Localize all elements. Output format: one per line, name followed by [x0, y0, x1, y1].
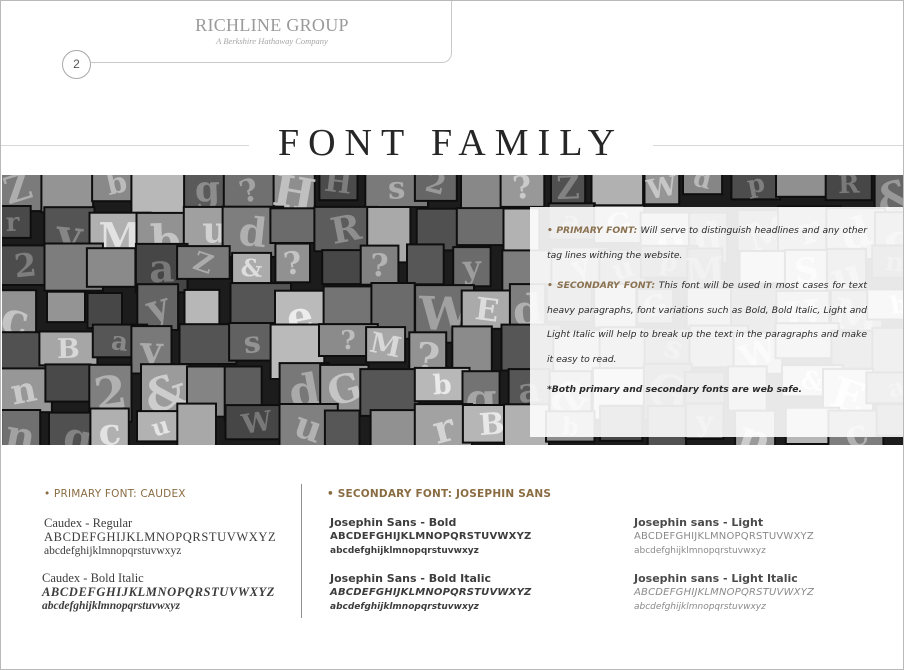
specimen-uppercase: ABCDEFGHIJKLMNOPQRSTUVWXYZ	[330, 531, 532, 542]
page-title: FONT FAMILY	[249, 118, 653, 168]
type-glyph: ?	[340, 326, 357, 357]
caudex-bold-italic-specimen: Caudex - Bold Italic ABCDEFGHIJKLMNOPQRS…	[42, 571, 275, 613]
specimen-uppercase: ABCDEFGHIJKLMNOPQRSTUVWXYZ	[42, 585, 275, 599]
specimen-uppercase: ABCDEFGHIJKLMNOPQRSTUVWXYZ	[634, 587, 815, 598]
column-divider	[301, 484, 302, 618]
josephin-bold-italic-specimen: Josephin Sans - Bold Italic ABCDEFGHIJKL…	[330, 572, 531, 614]
page-number-badge: 2	[62, 50, 91, 79]
type-glyph: 2	[12, 245, 38, 285]
secondary-font-description: This font will be used in most cases for…	[547, 280, 867, 365]
josephin-bold-specimen: Josephin Sans - Bold ABCDEFGHIJKLMNOPQRS…	[330, 516, 531, 558]
specimen-lowercase: abcdefghijklmnopqrstuvwxyz	[44, 545, 182, 557]
type-glyph: R	[838, 175, 861, 200]
type-glyph: r	[5, 208, 20, 238]
brand-logo: RICHLINE GROUP A Berkshire Hathaway Comp…	[177, 15, 367, 47]
type-glyph: y	[461, 249, 482, 286]
josephin-light-specimen: Josephin sans - Light ABCDEFGHIJKLMNOPQR…	[634, 516, 814, 558]
primary-font-heading: • PRIMARY FONT: CAUDEX	[44, 488, 186, 500]
secondary-font-heading: • SECONDARY FONT: JOSEPHIN SANS	[327, 488, 552, 500]
type-block	[178, 323, 238, 365]
specimen-lowercase: abcdefghijklmnopqrstuvwxyz	[330, 546, 479, 556]
brand-subtitle: A Berkshire Hathaway Company	[216, 36, 328, 46]
type-glyph: g	[194, 175, 221, 211]
specimen-uppercase: ABCDEFGHIJKLMNOPQRSTUVWXYZ	[330, 587, 532, 598]
caudex-regular-specimen: Caudex - Regular ABCDEFGHIJKLMNOPQRSTUVW…	[44, 516, 276, 558]
specimen-name: Josephin Sans - Bold	[330, 516, 457, 529]
type-block	[85, 247, 137, 288]
specimen-uppercase: ABCDEFGHIJKLMNOPQRSTUVWXYZ	[634, 531, 814, 542]
type-block	[46, 290, 86, 324]
type-block	[176, 402, 218, 445]
specimen-name: Josephin sans - Light	[634, 516, 764, 529]
type-glyph: d	[236, 208, 269, 258]
primary-font-lead: • PRIMARY FONT:	[547, 225, 638, 236]
font-description-text: • PRIMARY FONT: Will serve to distinguis…	[547, 219, 867, 409]
type-glyph: &	[240, 253, 263, 283]
secondary-font-lead: • SECONDARY FONT:	[547, 280, 655, 291]
type-block	[323, 409, 361, 445]
specimen-lowercase: abcdefghijklmnopqrstuvwxyz	[42, 600, 181, 612]
type-glyph: ?	[370, 248, 389, 284]
type-glyph: b	[432, 369, 452, 401]
type-glyph: c	[96, 409, 122, 445]
type-glyph: H	[323, 175, 354, 201]
type-block	[455, 207, 507, 247]
type-glyph: s	[387, 175, 406, 207]
type-block	[359, 368, 421, 417]
type-block	[322, 285, 379, 326]
type-block	[86, 292, 123, 330]
web-safe-note: *Both primary and secondary fonts are we…	[547, 384, 802, 395]
specimen-lowercase: abcdefghijklmnopqrstuvwxyz	[330, 602, 479, 612]
specimen-lowercase: abcdefghijklmnopqrstuvwxyz	[634, 602, 766, 612]
type-block	[44, 363, 92, 403]
type-block	[369, 409, 422, 445]
type-glyph: B	[478, 406, 506, 443]
specimen-name: Caudex - Bold Italic	[42, 571, 144, 585]
type-glyph: B	[57, 334, 80, 365]
specimen-name: Josephin Sans - Bold Italic	[330, 572, 491, 585]
specimen-uppercase: ABCDEFGHIJKLMNOPQRSTUVWXYZ	[44, 530, 277, 544]
josephin-light-italic-specimen: Josephin sans - Light Italic ABCDEFGHIJK…	[634, 572, 814, 614]
type-glyph: W	[238, 405, 274, 441]
brand-name: RICHLINE GROUP	[195, 15, 349, 35]
specimen-name: Caudex - Regular	[44, 516, 133, 530]
type-glyph: E	[473, 291, 501, 330]
brand-guide-page: RICHLINE GROUP A Berkshire Hathaway Comp…	[0, 0, 904, 670]
type-block	[406, 243, 445, 286]
specimen-name: Josephin sans - Light Italic	[634, 572, 798, 585]
specimen-lowercase: abcdefghijklmnopqrstuvwxyz	[634, 546, 766, 556]
